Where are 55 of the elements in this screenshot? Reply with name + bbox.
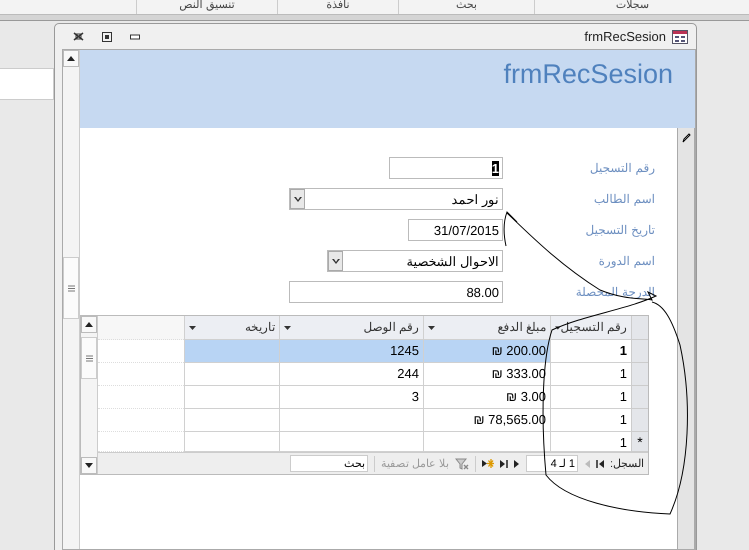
record-label: السجل: (610, 457, 644, 470)
new-record-icon[interactable] (482, 459, 494, 468)
last-record-icon[interactable] (500, 460, 508, 468)
up-arrow-icon[interactable] (67, 56, 75, 61)
table-cell: ₪ 200.00 (423, 340, 550, 363)
text-field[interactable]: 31/07/2015 (408, 219, 503, 241)
record-selector[interactable] (677, 128, 695, 549)
combo-box[interactable]: نور احمد (289, 188, 503, 210)
form-icon (672, 30, 688, 44)
field-label: رقم التسجيل (588, 161, 655, 175)
text-field[interactable]: 88.00 (289, 281, 503, 303)
grip-icon[interactable] (86, 354, 92, 362)
window-title: frmRecSesion (584, 29, 666, 44)
table-cell: 1 (550, 386, 631, 409)
table-cell: 1245 (279, 340, 423, 363)
record-position-field[interactable]: 1 لـ 4 (526, 455, 578, 472)
column-header[interactable]: تاريخه (184, 316, 279, 340)
filter-icon (454, 458, 469, 470)
scrollbar[interactable] (81, 316, 98, 474)
menu-tab[interactable]: بحث (398, 0, 534, 14)
table-cell: 3 (279, 386, 423, 409)
restore-icon[interactable] (102, 32, 112, 42)
form-title: frmRecSesion (503, 59, 673, 90)
dropdown-icon[interactable] (284, 326, 291, 330)
combo-box[interactable]: الاحوال الشخصية (327, 250, 503, 272)
table-cell: 1 (550, 363, 631, 386)
menu-tab[interactable]: نافذة (277, 0, 398, 14)
dropdown-icon[interactable] (555, 326, 561, 330)
text-field[interactable]: 1 (389, 157, 503, 179)
first-record-icon[interactable] (596, 460, 604, 468)
dropdown-icon[interactable] (189, 326, 196, 330)
dropdown-icon (294, 196, 302, 202)
nav-pane (0, 68, 54, 100)
table-cell: 244 (279, 363, 423, 386)
menu-tab[interactable]: سجلات (534, 0, 730, 14)
pencil-icon (682, 133, 690, 143)
dropdown-icon (332, 258, 340, 264)
close-icon[interactable] (73, 32, 84, 41)
record-selector[interactable]: * (631, 432, 648, 452)
grip-icon[interactable] (68, 284, 74, 292)
search-field[interactable]: بحث (290, 455, 368, 472)
field-label: اسم الدورة (598, 254, 655, 268)
table-cell: 1 (550, 409, 631, 432)
column-header[interactable]: رقم التسجيل (550, 316, 631, 340)
column-header[interactable]: مبلغ الدفع (423, 316, 550, 340)
up-arrow-icon[interactable] (85, 322, 93, 327)
minimize-icon[interactable] (130, 34, 140, 40)
next-record-icon[interactable] (514, 460, 520, 468)
menu-tab[interactable]: تنسيق النص (136, 0, 277, 14)
field-label: اسم الطالب (592, 192, 655, 206)
column-header[interactable]: رقم الوصل (279, 316, 423, 340)
down-arrow-icon[interactable] (85, 463, 93, 468)
dropdown-icon[interactable] (428, 326, 435, 330)
field-label: تاريخ التسجيل (584, 223, 655, 237)
scrollbar[interactable] (63, 50, 80, 549)
